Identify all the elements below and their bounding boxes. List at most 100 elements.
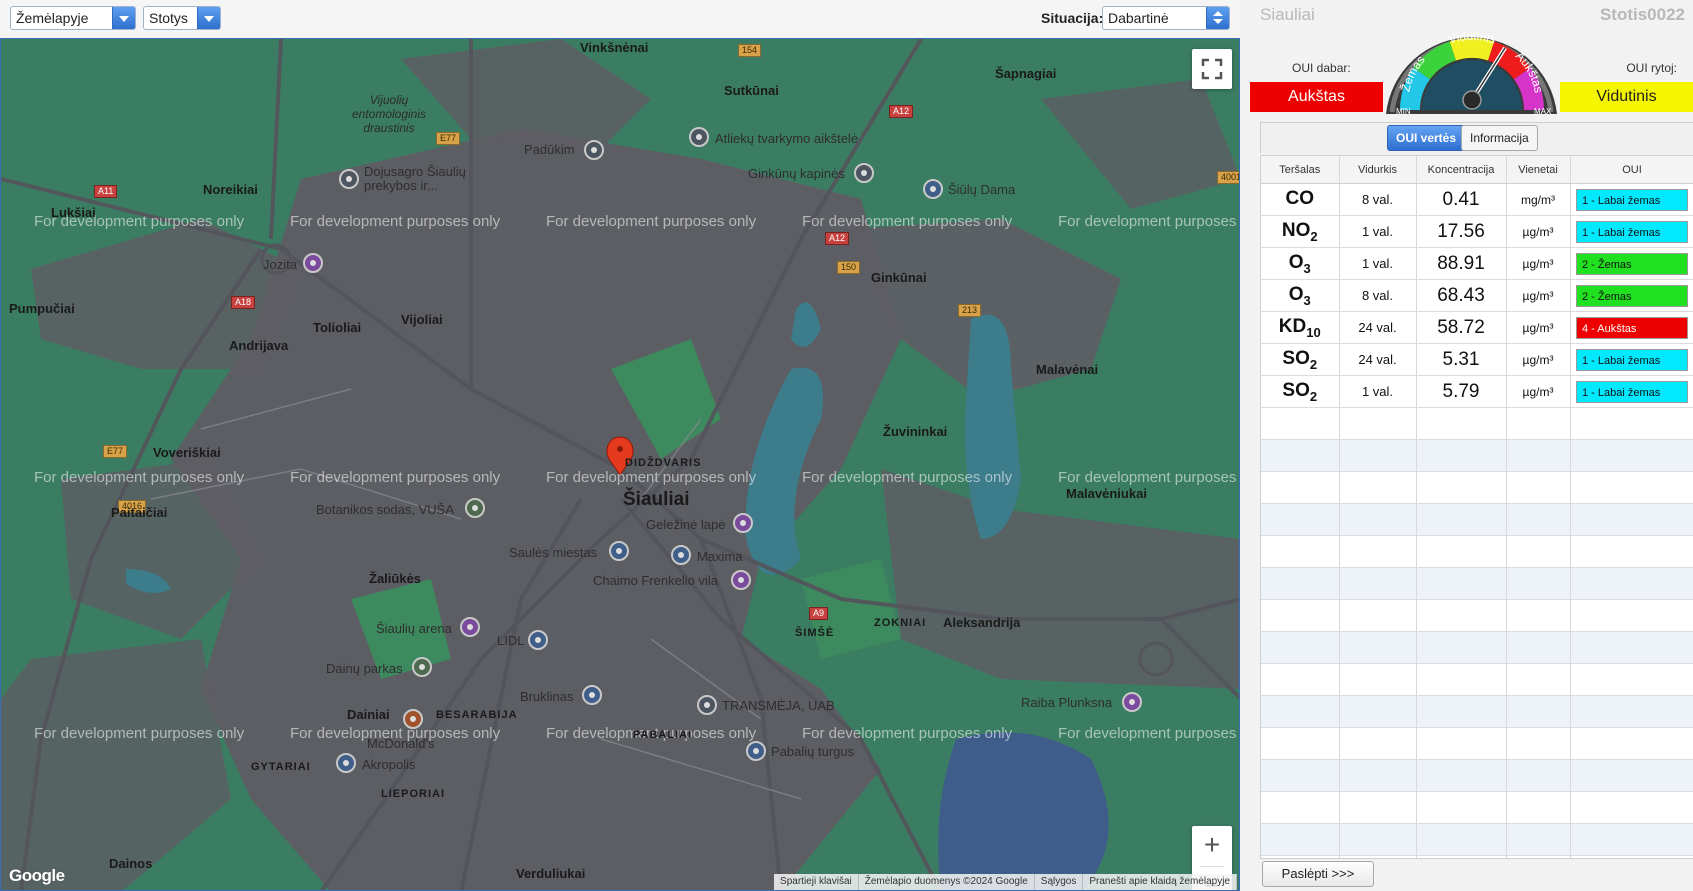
empty-cell: [1416, 599, 1507, 632]
table-row[interactable]: O3 8 val. 68.43 µg/m³ 2 - Žemas: [1261, 279, 1693, 312]
map-label: Dojusagro Šiaulių prekybos ir...: [364, 164, 466, 193]
map-label: Dainos: [109, 856, 153, 871]
map-label: Geležinė lapė: [646, 517, 726, 532]
pollutant-subscript: 2: [1309, 356, 1318, 372]
pollutant-subscript: 3: [1303, 260, 1311, 276]
pollutant-symbol: NO: [1281, 219, 1311, 241]
map-label: ZOKNIAI: [874, 617, 927, 629]
table-row[interactable]: SO2 1 val. 5.79 µg/m³ 1 - Labai žemas: [1261, 375, 1693, 408]
keyboard-shortcuts-link[interactable]: Spartieji klavišai: [774, 874, 859, 890]
map-poi-icon[interactable]: [746, 741, 766, 761]
empty-cell: [1261, 439, 1340, 472]
tab-oui-values[interactable]: OUI vertės: [1387, 125, 1466, 151]
road-shield: E77: [103, 445, 128, 458]
layer-select[interactable]: Stotys: [143, 6, 221, 30]
map-label: Vijuolių entomologinis draustinis: [351, 93, 427, 135]
empty-cell: [1416, 471, 1507, 504]
column-header[interactable]: Koncentracija: [1416, 156, 1507, 184]
gauge-max-label: MAX: [1534, 107, 1552, 116]
unit-cell: µg/m³: [1506, 375, 1571, 408]
map-label: Pumpučiai: [9, 301, 75, 316]
table-row[interactable]: KD10 24 val. 58.72 µg/m³ 4 - Aukštas: [1261, 311, 1693, 344]
pollutant-name: CO: [1286, 188, 1315, 209]
map-poi-icon[interactable]: [528, 630, 548, 650]
map-poi-icon[interactable]: [1122, 692, 1142, 712]
average-period: 24 val.: [1358, 351, 1397, 367]
table-row[interactable]: NO2 1 val. 17.56 µg/m³ 1 - Labai žemas: [1261, 215, 1693, 248]
map-poi-icon[interactable]: [923, 179, 943, 199]
map-poi-icon[interactable]: [584, 140, 604, 160]
empty-row: [1261, 631, 1693, 664]
empty-row: [1261, 599, 1693, 632]
unit-cell: µg/m³: [1506, 311, 1571, 344]
situation-value: Dabartinė: [1108, 10, 1169, 26]
table-header-row: Teršalas Vidurkis Koncentracija Vienetai…: [1261, 156, 1693, 184]
empty-cell: [1570, 503, 1693, 536]
tab-information[interactable]: Informacija: [1461, 125, 1538, 151]
terms-link[interactable]: Sąlygos: [1035, 874, 1084, 890]
pollutant-name: O3: [1289, 284, 1311, 308]
table-row[interactable]: SO2 24 val. 5.31 µg/m³ 1 - Labai žemas: [1261, 343, 1693, 376]
chevron-down-icon[interactable]: [112, 7, 135, 29]
empty-cell: [1339, 823, 1417, 856]
road-shield: A9: [809, 607, 829, 620]
situation-select[interactable]: Dabartinė: [1102, 6, 1230, 30]
oui-badge: 4 - Aukštas: [1576, 316, 1688, 339]
report-error-link[interactable]: Pranešti apie klaidą žemėlapyje: [1083, 874, 1237, 890]
oui-tomorrow-value: Vidutinis: [1560, 82, 1693, 112]
map-type-select[interactable]: Žemėlapyje: [10, 6, 136, 30]
map-poi-icon[interactable]: [303, 253, 323, 273]
unit-value: µg/m³: [1522, 224, 1554, 239]
column-header[interactable]: Teršalas: [1261, 156, 1340, 184]
map-poi-icon[interactable]: [689, 127, 709, 147]
empty-cell: [1570, 823, 1693, 856]
concentration-cell: 0.41: [1416, 183, 1507, 216]
unit-cell: µg/m³: [1506, 279, 1571, 312]
map-poi-icon[interactable]: [697, 695, 717, 715]
empty-row: [1261, 471, 1693, 504]
map-poi-icon[interactable]: [671, 545, 691, 565]
map-poi-icon[interactable]: [339, 169, 359, 189]
spinner-icon[interactable]: [1206, 7, 1229, 29]
column-header[interactable]: Vienetai: [1506, 156, 1571, 184]
average-period: 8 val.: [1361, 287, 1394, 303]
map-label: Malavėnai: [1036, 362, 1099, 377]
map-poi-icon[interactable]: [465, 498, 485, 518]
column-header[interactable]: Vidurkis: [1339, 156, 1417, 184]
oui-cell: 1 - Labai žemas: [1570, 343, 1693, 376]
map-poi-icon[interactable]: [733, 513, 753, 533]
dev-watermark: For development purposes only: [1058, 213, 1239, 230]
map-poi-icon[interactable]: [412, 657, 432, 677]
map-poi-icon[interactable]: [403, 709, 423, 729]
empty-cell: [1506, 439, 1571, 472]
map-view[interactable]: For development purposes only For develo…: [0, 38, 1240, 891]
empty-cell: [1339, 663, 1417, 696]
map-label: Šiūlų Dama: [948, 182, 1016, 197]
fullscreen-button[interactable]: [1192, 49, 1232, 89]
average-period: 8 val.: [1361, 191, 1394, 207]
empty-row: [1261, 567, 1693, 600]
map-poi-icon[interactable]: [731, 570, 751, 590]
table-row[interactable]: CO 8 val. 0.41 mg/m³ 1 - Labai žemas: [1261, 183, 1693, 216]
hide-panel-button[interactable]: Paslėpti >>>: [1262, 861, 1374, 887]
map-poi-icon[interactable]: [854, 163, 874, 183]
chevron-down-icon[interactable]: [197, 7, 220, 29]
map-poi-icon[interactable]: [460, 617, 480, 637]
empty-cell: [1570, 791, 1693, 824]
map-poi-icon[interactable]: [609, 541, 629, 561]
table-row[interactable]: O3 1 val. 88.91 µg/m³ 2 - Žemas: [1261, 247, 1693, 280]
empty-cell: [1339, 631, 1417, 664]
average-period: 24 val.: [1358, 319, 1397, 335]
map-poi-icon[interactable]: [336, 753, 356, 773]
zoom-in-button[interactable]: +: [1192, 826, 1232, 866]
empty-cell: [1339, 727, 1417, 760]
empty-cell: [1416, 695, 1507, 728]
column-header[interactable]: OUI: [1570, 156, 1693, 184]
empty-cell: [1506, 503, 1571, 536]
oui-badge: 1 - Labai žemas: [1576, 188, 1688, 211]
map-poi-icon[interactable]: [582, 685, 602, 705]
pollutant-subscript: 3: [1303, 292, 1311, 308]
empty-row: [1261, 663, 1693, 696]
dev-watermark: For development purposes only: [802, 725, 1013, 742]
empty-cell: [1339, 567, 1417, 600]
